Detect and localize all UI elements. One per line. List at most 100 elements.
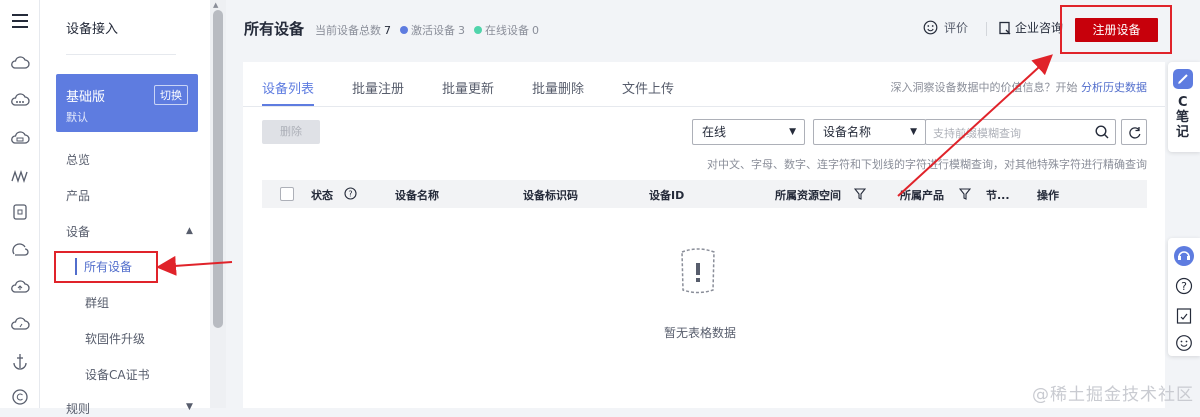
field-select[interactable]: 设备名称 ▼ <box>813 119 926 145</box>
feedback-icon[interactable] <box>1175 307 1193 325</box>
rate-button[interactable]: 评价 <box>923 19 968 36</box>
refresh-icon <box>1128 126 1141 139</box>
column-device-id[interactable]: 设备ID <box>649 187 684 203</box>
sidebar-item-firmware-upgrade[interactable]: 软固件升级 <box>85 330 145 347</box>
sidebar-item-devices[interactable]: 设备 <box>66 223 90 240</box>
anchor-icon[interactable] <box>10 351 30 371</box>
search-input[interactable]: 支持前缀模糊查询 <box>925 119 1116 145</box>
scrollbar-thumb[interactable] <box>213 10 223 328</box>
note-widget[interactable]: C 笔记 <box>1168 62 1200 152</box>
caret-down-icon[interactable]: ▼ <box>186 402 193 412</box>
note-letter: C <box>1178 95 1188 110</box>
delete-button[interactable]: 删除 <box>262 120 320 144</box>
watermark: @稀土掘金技术社区 <box>1032 385 1194 405</box>
total-label: 当前设备总数 <box>315 24 381 37</box>
tab-batch-update[interactable]: 批量更新 <box>442 78 494 97</box>
column-status[interactable]: 状态 <box>311 187 333 203</box>
column-node-type[interactable]: 节... <box>986 187 1010 203</box>
copyright-icon[interactable] <box>10 387 30 407</box>
column-product[interactable]: 所属产品 <box>900 187 944 203</box>
filter-icon[interactable] <box>854 188 866 200</box>
sidebar-item-groups[interactable]: 群组 <box>85 294 109 311</box>
sidebar-title: 设备接入 <box>66 22 119 37</box>
divider <box>66 54 176 55</box>
active-tab-indicator <box>262 104 314 106</box>
device-list-panel: 设备列表 批量注册 批量更新 批量删除 文件上传 深入洞察设备数据中的价值信息？… <box>243 62 1165 408</box>
caret-up-icon[interactable]: ▲ <box>186 226 193 236</box>
filter-icon[interactable] <box>959 188 971 200</box>
svg-text:?: ? <box>348 190 352 199</box>
edition-card[interactable]: 基础版 默认 切换 <box>56 74 198 132</box>
online-label: 在线设备 <box>485 24 529 37</box>
help-toolbar: ? <box>1168 238 1200 356</box>
note-label: 笔记 <box>1176 110 1190 140</box>
cloud-icon[interactable] <box>10 53 30 73</box>
cloud-outline-icon[interactable] <box>10 240 30 260</box>
register-device-button[interactable]: 注册设备 <box>1075 18 1158 42</box>
analyze-history-link[interactable]: 分析历史数据 <box>1081 81 1147 94</box>
menu-icon[interactable] <box>10 11 30 31</box>
page-header: 所有设备 当前设备总数 7 激活设备 3 在线设备 0 评价 企业咨询 注册设备 <box>226 0 1172 60</box>
sidebar-item-products[interactable]: 产品 <box>66 187 90 204</box>
column-actions: 操作 <box>1037 189 1059 202</box>
column-device-name[interactable]: 设备名称 <box>395 187 439 203</box>
tab-file-upload[interactable]: 文件上传 <box>622 78 674 97</box>
column-resource-space[interactable]: 所属资源空间 <box>775 187 841 203</box>
active-value: 3 <box>458 23 465 37</box>
divider <box>986 22 987 36</box>
device-stats: 当前设备总数 7 激活设备 3 在线设备 0 <box>315 22 539 38</box>
search-placeholder: 支持前缀模糊查询 <box>933 127 1021 140</box>
sidebar: 设备接入 基础版 默认 切换 总览 产品 设备 ▲ 所有设备 群组 软固件升级 … <box>40 0 210 416</box>
active-indicator <box>75 258 77 275</box>
select-all-checkbox[interactable] <box>280 187 294 201</box>
switch-edition-button[interactable]: 切换 <box>154 85 188 105</box>
status-select-value: 在线 <box>702 125 727 139</box>
chevron-down-icon: ▼ <box>789 127 796 137</box>
sidebar-item-ca-certificates[interactable]: 设备CA证书 <box>85 366 150 383</box>
rate-label: 评价 <box>944 21 969 35</box>
chevron-down-icon: ▼ <box>910 127 917 137</box>
search-hint: 对中文、字母、数字、连字符和下划线的字符进行模糊查询，对其他特殊字符进行精确查询 <box>707 158 1147 171</box>
sidebar-item-overview[interactable]: 总览 <box>66 151 90 168</box>
cloud-upload-icon[interactable] <box>10 277 30 297</box>
tabs-divider <box>243 106 1165 107</box>
field-select-value: 设备名称 <box>823 125 872 139</box>
edition-instance: 默认 <box>66 111 88 124</box>
search-icon[interactable] <box>1095 125 1109 139</box>
table-header: 状态 ? 设备名称 设备标识码 设备ID 所属资源空间 所属产品 节... 操作 <box>262 180 1147 208</box>
sidebar-item-all-devices[interactable]: 所有设备 <box>84 258 132 275</box>
tab-batch-delete[interactable]: 批量删除 <box>532 78 584 97</box>
insight-banner: 深入洞察设备数据中的价值信息？开始 分析历史数据 <box>891 79 1148 95</box>
note-app-icon <box>1172 68 1194 90</box>
tab-batch-register[interactable]: 批量注册 <box>352 78 404 97</box>
cloud-dots-icon[interactable] <box>10 90 30 110</box>
active-dot-icon <box>400 26 408 34</box>
cloud-server-icon[interactable] <box>10 128 30 148</box>
consult-doc-icon <box>998 21 1012 35</box>
icon-rail <box>0 0 40 408</box>
scroll-up-icon[interactable]: ▲ <box>213 1 218 9</box>
smile-icon <box>923 20 938 35</box>
help-icon[interactable]: ? <box>1175 277 1193 295</box>
empty-state-text: 暂无表格数据 <box>664 326 737 340</box>
empty-data-icon <box>677 246 719 296</box>
tab-device-list[interactable]: 设备列表 <box>262 78 314 97</box>
page-title: 所有设备 <box>244 20 305 38</box>
svg-text:?: ? <box>1181 280 1187 293</box>
column-device-identifier[interactable]: 设备标识码 <box>523 187 578 203</box>
consult-button[interactable]: 企业咨询 <box>998 19 1063 36</box>
status-select[interactable]: 在线 ▼ <box>692 119 805 145</box>
cloud-gauge-icon[interactable] <box>10 314 30 334</box>
device-box-icon[interactable] <box>10 202 30 222</box>
refresh-button[interactable] <box>1121 119 1147 145</box>
total-value: 7 <box>384 23 391 37</box>
headset-icon[interactable] <box>1173 245 1195 267</box>
wave-icon[interactable] <box>10 166 30 186</box>
smile-icon[interactable] <box>1175 334 1193 352</box>
edition-name: 基础版 <box>66 90 106 105</box>
consult-label: 企业咨询 <box>1015 21 1064 35</box>
online-dot-icon <box>474 26 482 34</box>
help-circle-icon[interactable]: ? <box>344 187 357 200</box>
sidebar-item-rules[interactable]: 规则 <box>66 400 90 417</box>
online-value: 0 <box>532 23 539 37</box>
